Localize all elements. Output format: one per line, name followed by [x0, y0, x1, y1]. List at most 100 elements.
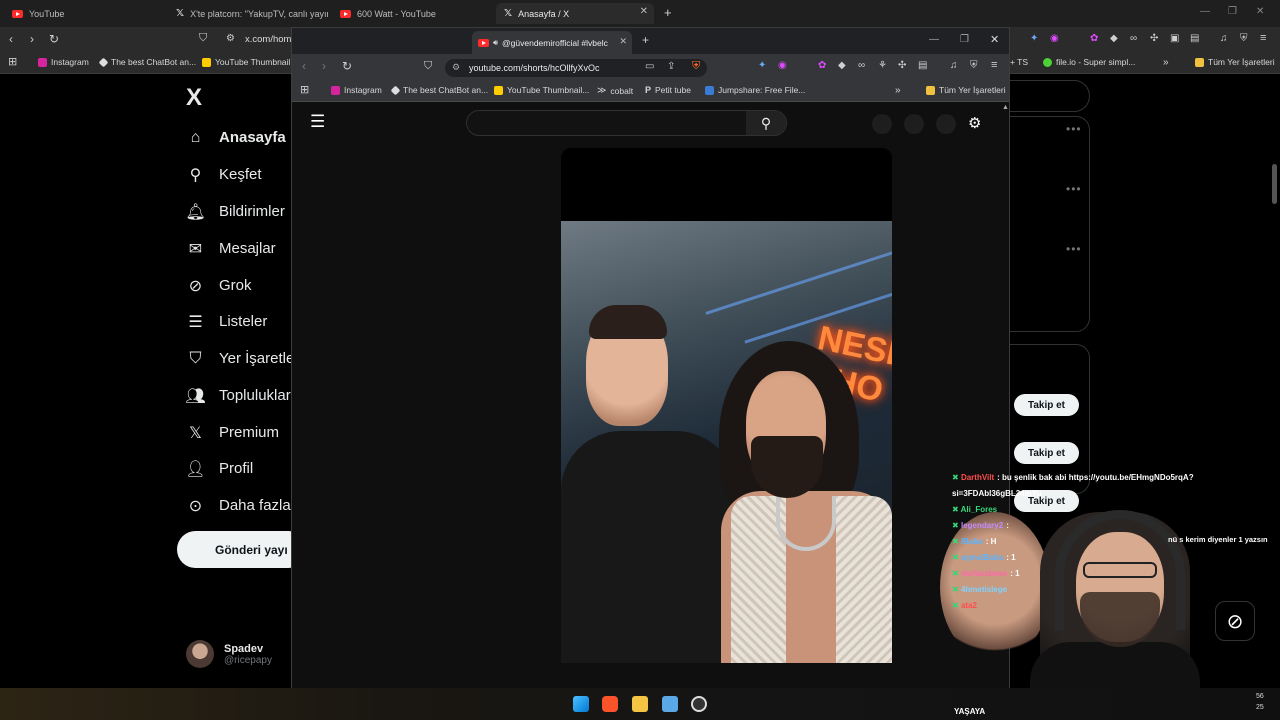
bookmark-folder-all[interactable]: Tüm Yer İşaretleri — [1195, 57, 1275, 67]
nav-home[interactable]: ⌂ Anasayfa — [186, 128, 286, 147]
forward-arrow-icon[interactable]: › — [322, 59, 326, 73]
new-tab-button[interactable]: + — [642, 33, 649, 47]
menu-icon[interactable]: ≡ — [991, 59, 997, 71]
follow-button[interactable]: Takip et — [1014, 394, 1079, 416]
tab-youtube-short[interactable]: 🔊︎ @güvendemirofficial #lvbelc ✕ — [472, 31, 632, 54]
cast-icon[interactable]: ▭ — [645, 61, 654, 72]
site-info-icon[interactable]: ⚙ — [452, 62, 460, 73]
bookmark-chatbot[interactable]: The best ChatBot an... — [98, 57, 196, 67]
menu-icon[interactable]: ≡ — [1260, 32, 1266, 44]
music-icon[interactable]: ♫ — [950, 60, 958, 71]
scrollbar[interactable] — [1272, 164, 1277, 204]
more-bookmarks-icon[interactable]: » — [1163, 57, 1169, 68]
brave-shield-icon[interactable]: ⛨ — [692, 60, 700, 73]
video-frame[interactable]: NESİLE SHO — [561, 221, 892, 663]
extension-icon[interactable]: ◆ — [838, 60, 846, 71]
bookmark-folder-all[interactable]: Tüm Yer İşaretleri — [926, 85, 1006, 95]
scroll-up-icon[interactable]: ▲ — [1002, 104, 1009, 112]
bookmark-icon[interactable]: ⛉ — [199, 32, 207, 45]
tab-anasayfa-x[interactable]: 𝕏 Anasayfa / X ✕ — [496, 3, 654, 24]
site-info-icon[interactable]: ⚙ — [226, 33, 235, 44]
photos-app-icon[interactable] — [662, 696, 678, 712]
settings-gear-icon[interactable]: ⚙ — [968, 114, 981, 132]
shield-icon[interactable]: ⛨ — [970, 60, 978, 71]
more-options-icon[interactable]: ••• — [1066, 182, 1082, 196]
clock-time[interactable]: 56 — [1256, 693, 1264, 700]
bookmark-fileio[interactable]: file.io - Super simpl... — [1043, 57, 1135, 67]
reload-icon[interactable]: ↻ — [49, 32, 59, 46]
bookmark-jumpshare[interactable]: Jumpshare: Free File... — [705, 85, 805, 95]
reload-icon[interactable]: ↻ — [342, 59, 352, 73]
nav-more[interactable]: ⊙ Daha fazla — [186, 496, 291, 515]
sidebar-icon[interactable]: ▤ — [1190, 33, 1199, 44]
bookmark-yt-thumbnail[interactable]: YouTube Thumbnail... — [494, 85, 589, 95]
new-tab-button[interactable]: + — [664, 5, 672, 20]
nav-communities[interactable]: 👥︎ Topluluklar — [185, 386, 290, 405]
extension-icon[interactable]: ◉ — [1050, 33, 1059, 44]
close-icon[interactable]: ✕ — [640, 6, 648, 17]
close-window-button[interactable]: ✕ — [990, 33, 999, 46]
back-arrow-icon[interactable]: ‹ — [302, 59, 306, 73]
more-bookmarks-icon[interactable]: » — [895, 85, 901, 96]
bookmark-cobalt[interactable]: ≫ cobalt — [597, 85, 633, 96]
tab-youtube[interactable]: YouTube — [4, 3, 164, 24]
close-window-button[interactable]: ✕ — [1256, 6, 1264, 17]
account-switcher[interactable]: Spadev @ricepapy — [186, 640, 272, 668]
back-arrow-icon[interactable]: ‹ — [9, 32, 13, 46]
shorts-player[interactable]: NESİLE SHO — [561, 148, 892, 663]
nav-messages[interactable]: ✉ Mesajlar — [186, 239, 276, 258]
extension-icon[interactable]: ✦ — [1030, 33, 1038, 44]
more-options-icon[interactable]: ••• — [1066, 242, 1082, 256]
apps-grid-icon[interactable]: ⊞ — [300, 83, 309, 96]
minimize-button[interactable]: — — [1200, 6, 1210, 17]
address-input[interactable]: x.com/hom — [245, 34, 291, 45]
tab-600-watt[interactable]: 600 Watt - YouTube — [332, 3, 492, 24]
extension-icon[interactable]: ✿ — [1090, 33, 1098, 44]
extension-icon[interactable]: ∞ — [1130, 33, 1137, 44]
bookmark-icon[interactable]: ⛉ — [424, 60, 432, 73]
nav-profile[interactable]: 👤︎ Profil — [185, 459, 253, 478]
extension-icon[interactable]: ✿ — [818, 60, 826, 71]
nav-lists[interactable]: ☰ Listeler — [186, 312, 267, 331]
apps-grid-icon[interactable]: ⊞ — [8, 55, 17, 68]
brave-browser-icon[interactable] — [602, 696, 618, 712]
shield-icon[interactable]: ⛨ — [1240, 33, 1248, 44]
extension-icon[interactable]: ◆ — [1110, 33, 1118, 44]
maximize-button[interactable]: ❐ — [960, 34, 969, 45]
close-icon[interactable]: ✕ — [619, 36, 627, 47]
search-input[interactable]: ⚲ — [466, 110, 787, 136]
puzzle-icon[interactable]: ✣ — [1150, 33, 1158, 44]
file-explorer-icon[interactable] — [632, 696, 648, 712]
search-button[interactable]: ⚲ — [746, 111, 786, 135]
bookmark-chatbot[interactable]: The best ChatBot an... — [390, 85, 488, 95]
windows-start-icon[interactable] — [573, 696, 589, 712]
create-button[interactable] — [872, 114, 892, 134]
puzzle-icon[interactable]: ✣ — [898, 60, 906, 71]
bookmark-petit-tube[interactable]: P Petit tube — [645, 85, 691, 95]
notifications-button[interactable] — [904, 114, 924, 134]
grok-float-button[interactable]: ⊘ — [1215, 601, 1255, 641]
post-button[interactable]: Gönderi yayı — [177, 531, 307, 568]
bookmark-instagram[interactable]: Instagram — [38, 57, 89, 67]
minimize-button[interactable]: — — [929, 34, 939, 45]
x-logo[interactable]: X — [186, 84, 202, 112]
nav-bookmarks[interactable]: ⛉ Yer İşaretle — [186, 349, 294, 368]
extension-icon[interactable]: ∞ — [858, 60, 865, 71]
tab-x-platcorn[interactable]: 𝕏 X'te platcorn: "YakupTV, canlı yayında — [168, 3, 328, 24]
extension-icon[interactable]: ▣ — [1170, 33, 1179, 44]
sidebar-icon[interactable]: ▤ — [918, 60, 927, 71]
extension-icon[interactable]: ⚘ — [878, 60, 887, 71]
more-options-icon[interactable]: ••• — [1066, 122, 1082, 136]
nav-premium[interactable]: 𝕏 Premium — [186, 423, 279, 442]
account-avatar[interactable] — [936, 114, 956, 134]
extension-icon[interactable]: ◉ — [778, 60, 787, 71]
follow-button[interactable]: Takip et — [1014, 442, 1079, 464]
forward-arrow-icon[interactable]: › — [30, 32, 34, 46]
bookmark-instagram[interactable]: Instagram — [331, 85, 382, 95]
bookmark-ts[interactable]: + TS — [1010, 57, 1028, 67]
nav-explore[interactable]: ⚲ Keşfet — [186, 165, 262, 184]
nav-notifications[interactable]: 🔔︎ Bildirimler — [185, 202, 285, 221]
music-icon[interactable]: ♫ — [1220, 33, 1228, 44]
hamburger-menu-icon[interactable]: ☰ — [310, 112, 325, 132]
extension-icon[interactable]: ✦ — [758, 60, 766, 71]
